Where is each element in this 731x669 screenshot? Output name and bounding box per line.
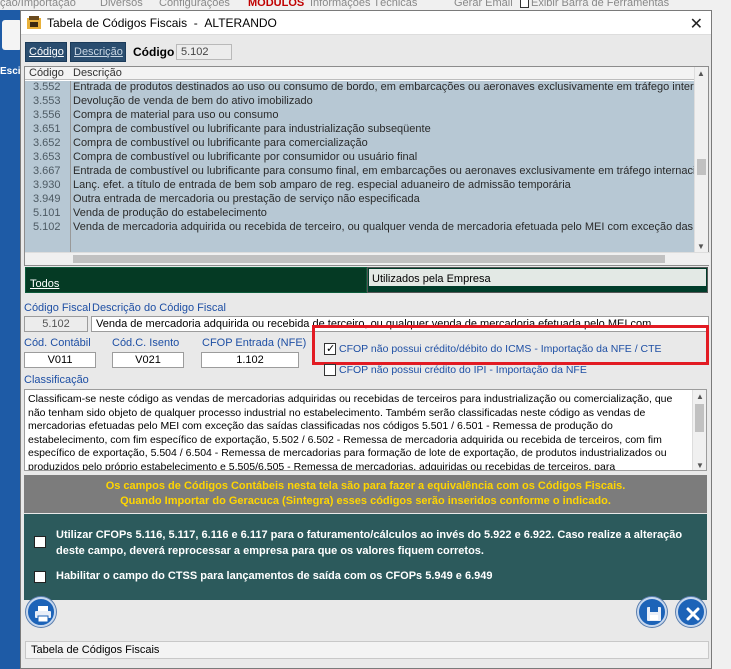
tab-search-descricao[interactable]: Descrição — [70, 42, 126, 62]
codigo-fiscal-label: Código Fiscal — [24, 302, 91, 314]
table-row[interactable]: 3.667 Entrada de combustível ou lubrifica… — [25, 165, 695, 179]
title-bar: Tabela de Códigos Fiscais - ALTERANDO ✕ — [21, 11, 711, 35]
tab-utilizados[interactable]: Utilizados pela Empresa — [367, 267, 708, 293]
ipi-checkbox[interactable] — [324, 364, 336, 376]
tab-todos[interactable]: Todos — [25, 267, 367, 293]
notice-banner: Os campos de Códigos Contábeis nesta tel… — [24, 475, 707, 513]
ipi-checkbox-label[interactable]: CFOP não possui crédito do IPI - Importa… — [339, 364, 587, 376]
close-button[interactable] — [676, 597, 706, 627]
cfop-entrada-field[interactable]: 1.102 — [201, 352, 299, 368]
save-icon — [647, 607, 661, 621]
cfop-option-checkbox[interactable] — [34, 536, 46, 548]
descricao-label: Descrição do Código Fiscal — [92, 302, 226, 314]
cfop-entrada-label: CFOP Entrada (NFE) — [202, 337, 307, 349]
table-row[interactable]: 3.553 Devolução de venda de bem do ativo … — [25, 95, 695, 109]
scroll-thumb[interactable] — [73, 255, 665, 263]
grid-header: Código Descrição — [25, 67, 695, 80]
window-title: Tabela de Códigos Fiscais - ALTERANDO — [47, 16, 277, 30]
icms-checkbox-label[interactable]: CFOP não possui crédito/débito do ICMS -… — [339, 343, 662, 355]
codes-grid[interactable]: Código Descrição 3.552 Entrada de produto… — [24, 66, 710, 266]
app-icon — [27, 16, 41, 29]
bg-menu-item: ção/Importação — [0, 0, 76, 9]
grid-body: 3.552 Entrada de produtos destinados ao u… — [25, 81, 695, 253]
bg-menu-item: Gerar Email — [454, 0, 513, 9]
print-button[interactable] — [26, 597, 56, 627]
column-header-descricao[interactable]: Descrição — [73, 67, 122, 79]
table-row[interactable]: 3.556 Compra de material para uso ou cons… — [25, 109, 695, 123]
classificacao-textarea[interactable]: Classificam-se neste código as vendas de… — [24, 389, 707, 471]
bg-sidebar-label: Esci — [0, 66, 21, 77]
options-panel: Utilizar CFOPs 5.116, 5.117, 6.116 e 6.1… — [24, 514, 707, 600]
ctss-option-checkbox[interactable] — [34, 571, 46, 583]
search-label: Código — [133, 45, 175, 59]
classificacao-text: Classificam-se neste código as vendas de… — [28, 393, 673, 471]
bg-menu-item: Configurações — [159, 0, 230, 9]
bg-menu-item: Diversos — [100, 0, 143, 9]
table-row[interactable]: 3.651 Compra de combustível ou lubrifican… — [25, 123, 695, 137]
bg-menu-item: MÓDULOS — [248, 0, 305, 9]
bg-menu-item: Informações Técnicas — [310, 0, 418, 9]
table-row[interactable]: 5.101 Venda de produção do estabeleciment… — [25, 207, 695, 221]
printer-icon — [35, 606, 51, 623]
icms-checkbox[interactable] — [324, 342, 336, 355]
scroll-up-icon[interactable]: ▲ — [697, 69, 705, 78]
scroll-thumb[interactable] — [695, 404, 704, 432]
table-row[interactable]: 3.653 Compra de combustível ou lubrifican… — [25, 151, 695, 165]
search-bar: Código Descrição Código 5.102 — [25, 41, 709, 63]
tab-utilizados-label: Utilizados pela Empresa — [369, 269, 706, 286]
close-icon — [686, 607, 700, 621]
table-row[interactable]: 3.949 Outra entrada de mercadoria ou pres… — [25, 193, 695, 207]
ctss-option-label: Habilitar o campo do CTSS para lançament… — [56, 570, 493, 582]
scroll-up-icon[interactable]: ▲ — [696, 392, 704, 401]
bg-check-icon — [520, 0, 529, 8]
grid-horizontal-scrollbar[interactable] — [25, 252, 710, 265]
status-bar: Tabela de Códigos Fiscais — [25, 641, 709, 659]
bg-menu-item: Exibir Barra de Ferramentas — [520, 0, 669, 9]
tab-search-codigo[interactable]: Código — [25, 42, 67, 62]
notice-line-2: Quando Importar do Geracuca (Sintegra) e… — [120, 495, 611, 507]
scroll-down-icon[interactable]: ▼ — [697, 242, 705, 251]
codigos-fiscais-dialog: Tabela de Códigos Fiscais - ALTERANDO ✕ … — [20, 10, 712, 669]
scroll-down-icon[interactable]: ▼ — [696, 461, 704, 470]
cod-isento-label: Cód.C. Isento — [112, 337, 180, 349]
cfop-option-label: Utilizar CFOPs 5.116, 5.117, 6.116 e 6.1… — [56, 529, 683, 557]
background-menu: ção/Importação Diversos Configurações MÓ… — [0, 0, 731, 10]
classificacao-scrollbar[interactable]: ▲ ▼ — [692, 390, 706, 470]
table-row[interactable]: 3.652 Compra de combustível ou lubrifican… — [25, 137, 695, 151]
bg-app-tile — [2, 20, 22, 50]
search-input[interactable]: 5.102 — [176, 44, 232, 60]
cod-isento-field[interactable]: V021 — [112, 352, 184, 368]
table-row[interactable]: 3.552 Entrada de produtos destinados ao u… — [25, 81, 695, 95]
column-header-codigo[interactable]: Código — [29, 67, 64, 79]
grid-vertical-scrollbar[interactable]: ▲ ▼ — [694, 67, 708, 253]
classificacao-label: Classificação — [24, 374, 89, 386]
table-row[interactable]: 3.930 Lanç. efet. a título de entrada de … — [25, 179, 695, 193]
cod-contabil-label: Cód. Contábil — [24, 337, 91, 349]
notice-line-1: Os campos de Códigos Contábeis nesta tel… — [105, 480, 626, 492]
save-button[interactable] — [637, 597, 667, 627]
close-icon[interactable]: ✕ — [690, 14, 703, 34]
cod-contabil-field[interactable]: V011 — [24, 352, 96, 368]
scroll-thumb[interactable] — [697, 159, 706, 175]
codigo-fiscal-field[interactable]: 5.102 — [24, 316, 88, 332]
table-row-selected[interactable]: 5.102 Venda de mercadoria adquirida ou re… — [25, 221, 695, 235]
